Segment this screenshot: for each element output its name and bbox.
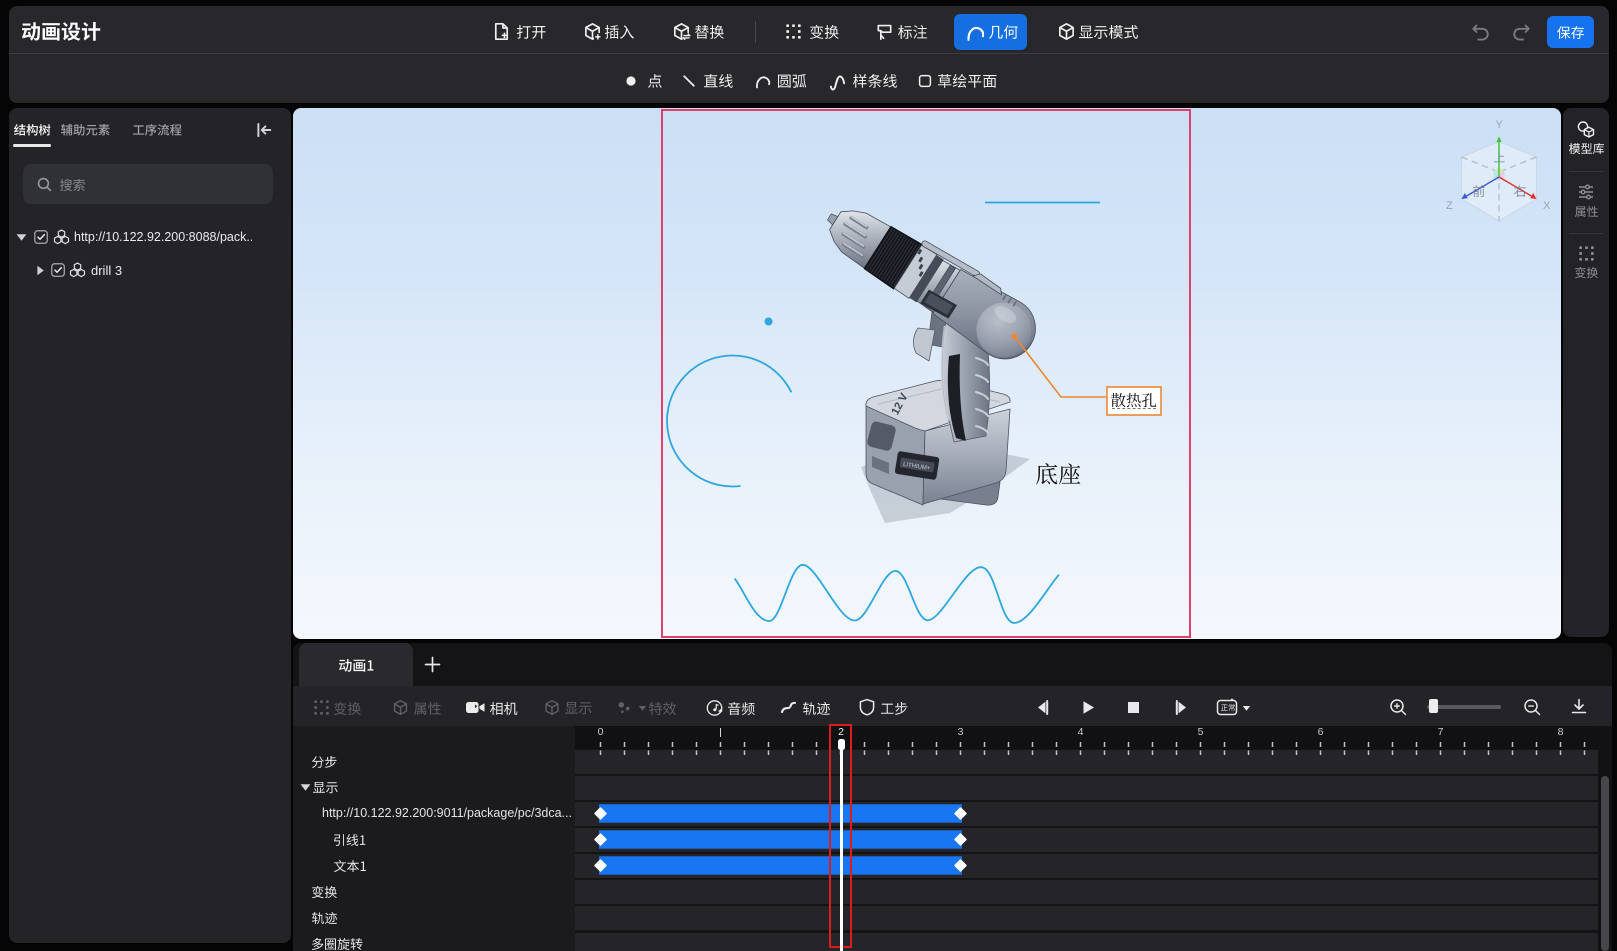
svg-text:X: X [1543,200,1551,212]
svg-text:Y: Y [1496,119,1504,131]
svg-text:Z: Z [1446,200,1453,212]
